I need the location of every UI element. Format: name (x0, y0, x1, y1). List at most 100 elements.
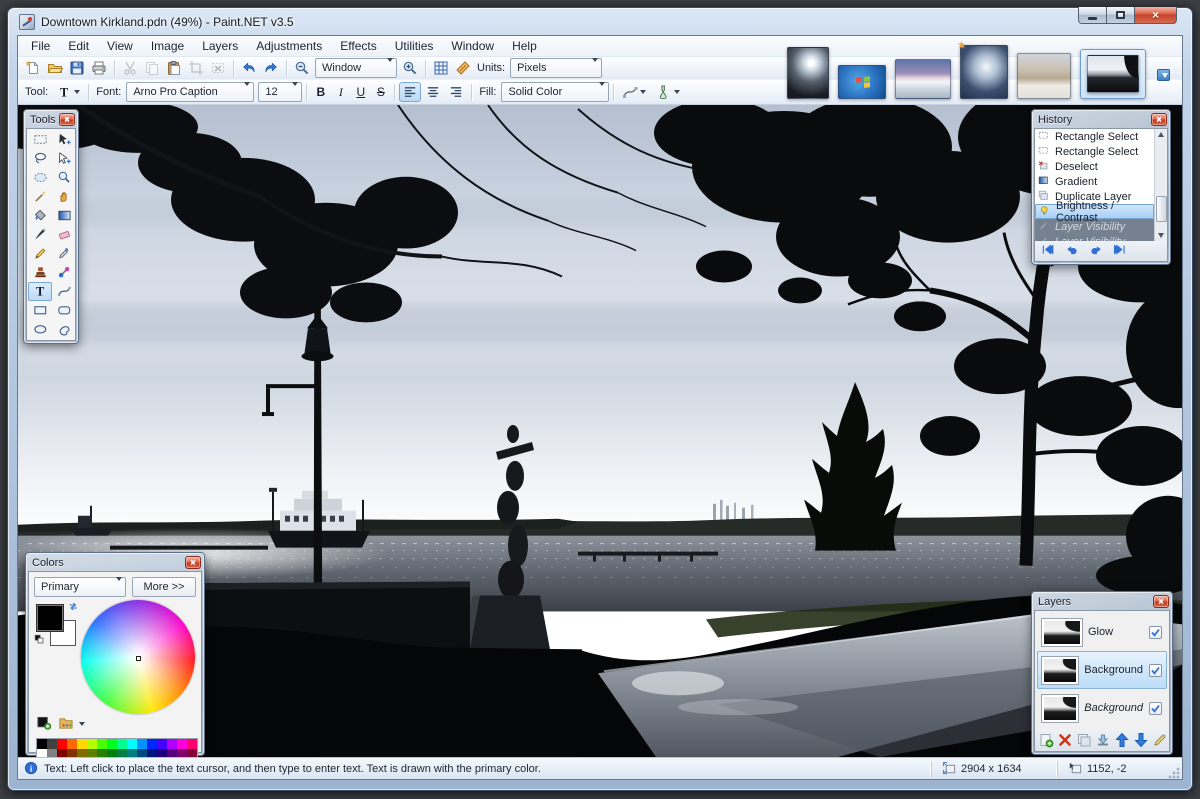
tool-pan[interactable] (52, 187, 76, 206)
move-layer-up-button[interactable] (1114, 732, 1130, 749)
swatch-007f7f[interactable] (127, 749, 137, 757)
primary-color-swatch[interactable] (36, 604, 64, 632)
selected-image-frame[interactable] (1080, 49, 1146, 99)
maximize-button[interactable] (1107, 7, 1135, 24)
canvas-area[interactable]: Tools × T History × Rectangle SelectRect… (18, 105, 1182, 757)
tool-ellipse-select[interactable] (28, 168, 52, 187)
open-image-downtown-kirkland-photo[interactable] (1087, 55, 1139, 93)
print-button[interactable] (88, 58, 110, 78)
crop-to-selection-button[interactable] (185, 58, 207, 78)
tool-rounded-rectangle[interactable] (52, 301, 76, 320)
bold-button[interactable]: B (311, 83, 330, 102)
resize-grip[interactable] (1167, 766, 1180, 779)
tool-zoom[interactable] (52, 168, 76, 187)
swatch-808080[interactable] (47, 749, 57, 757)
swatch-4cff00[interactable] (97, 739, 107, 749)
layers-palette[interactable]: Layers × GlowBackgroundBackground (1031, 591, 1173, 755)
underline-button[interactable]: U (351, 83, 370, 102)
align-center-button[interactable] (422, 82, 444, 102)
layer-row[interactable]: Background (1037, 689, 1167, 727)
open-image-statue-sunburst-photo[interactable] (787, 47, 829, 99)
swatch-ff00dc[interactable] (177, 739, 187, 749)
palette-menu-button[interactable] (57, 716, 74, 731)
move-layer-down-button[interactable] (1133, 732, 1149, 749)
menu-adjustments[interactable]: Adjustments (247, 37, 331, 55)
menu-view[interactable]: View (98, 37, 142, 55)
close-icon[interactable]: × (1153, 595, 1169, 608)
swatch-007f0e[interactable] (107, 749, 117, 757)
tool-paintbrush[interactable] (28, 225, 52, 244)
swatch-ffffff[interactable] (37, 749, 47, 757)
tool-line-curve[interactable] (52, 282, 76, 301)
tool-pencil[interactable] (28, 244, 52, 263)
swatch-57007f[interactable] (167, 749, 177, 757)
swatch-00ffff[interactable] (127, 739, 137, 749)
menu-help[interactable]: Help (503, 37, 546, 55)
open-image-winter-lake-photo[interactable] (895, 59, 951, 99)
swap-colors-icon[interactable] (67, 602, 81, 614)
swatch-7f006e[interactable] (177, 749, 187, 757)
add-color-button[interactable] (36, 716, 52, 731)
history-item[interactable]: Brightness / Contrast (1035, 204, 1154, 219)
swatch-ffd800[interactable] (77, 739, 87, 749)
copy-button[interactable] (141, 58, 163, 78)
toggle-ruler-button[interactable] (452, 58, 474, 78)
paste-button[interactable] (163, 58, 185, 78)
swatch-ff006e[interactable] (187, 739, 197, 749)
redo-button[interactable] (260, 58, 282, 78)
menu-edit[interactable]: Edit (59, 37, 98, 55)
menu-utilities[interactable]: Utilities (386, 37, 443, 55)
swatch-7f0037[interactable] (187, 749, 197, 757)
swatch-0026ff[interactable] (147, 739, 157, 749)
close-icon[interactable]: × (185, 556, 201, 569)
layer-row[interactable]: Background (1037, 651, 1167, 689)
more-button[interactable]: More >> (132, 577, 196, 597)
image-list-chevron-badge[interactable] (1157, 69, 1170, 81)
history-item[interactable]: Gradient (1035, 174, 1154, 189)
units-dropdown[interactable]: Pixels (510, 58, 602, 78)
layer-visibility-checkbox[interactable] (1149, 626, 1162, 639)
color-mode-dropdown[interactable]: Primary (34, 577, 126, 597)
zoom-mode-dropdown[interactable]: Window (315, 58, 397, 78)
chevron-down-icon[interactable] (79, 722, 85, 726)
history-item[interactable]: Rectangle Select (1035, 129, 1154, 144)
close-button[interactable]: × (1135, 7, 1177, 24)
swatch-ff6a00[interactable] (67, 739, 77, 749)
title-bar[interactable]: Downtown Kirkland.pdn (49%) - Paint.NET … (17, 8, 1183, 35)
history-palette[interactable]: History × Rectangle SelectRectangle Sele… (1031, 109, 1171, 265)
tool-move-selected-pixels[interactable] (52, 130, 76, 149)
rewind-to-start-button[interactable] (1039, 244, 1057, 259)
close-icon[interactable]: × (59, 113, 75, 126)
fill-style-dropdown[interactable]: Solid Color (501, 82, 609, 102)
add-layer-button[interactable] (1038, 732, 1054, 749)
swatch-000000[interactable] (37, 739, 47, 749)
open-image-clouds-photo[interactable]: ★ (960, 45, 1008, 99)
duplicate-layer-button[interactable] (1076, 732, 1092, 749)
swatch-00ff21[interactable] (107, 739, 117, 749)
toggle-grid-button[interactable] (430, 58, 452, 78)
swatch-00ff90[interactable] (117, 739, 127, 749)
italic-button[interactable]: I (331, 83, 350, 102)
layer-row[interactable]: Glow (1037, 613, 1167, 651)
swatch-004a7f[interactable] (137, 749, 147, 757)
tool-ellipse[interactable] (28, 320, 52, 339)
swatch-7f6a00[interactable] (77, 749, 87, 757)
color-wheel[interactable] (81, 600, 195, 714)
tool-clone-stamp[interactable] (28, 263, 52, 282)
zoom-out-button[interactable] (291, 58, 313, 78)
reset-colors-icon[interactable] (34, 634, 47, 647)
zoom-in-button[interactable] (399, 58, 421, 78)
tool-gradient[interactable] (52, 206, 76, 225)
layer-properties-button[interactable] (1152, 732, 1168, 749)
colors-palette[interactable]: Colors × Primary More >> (25, 552, 205, 756)
layer-visibility-checkbox[interactable] (1149, 702, 1162, 715)
current-tool-dropdown[interactable]: T (53, 82, 84, 102)
merge-layer-down-button[interactable] (1095, 732, 1111, 749)
font-size-dropdown[interactable]: 12 (258, 82, 302, 102)
tool-magic-wand[interactable] (28, 187, 52, 206)
minimize-button[interactable] (1078, 7, 1107, 24)
align-right-button[interactable] (445, 82, 467, 102)
line-curve-style-dropdown[interactable] (618, 82, 650, 102)
menu-file[interactable]: File (22, 37, 59, 55)
tool-rectangle[interactable] (28, 301, 52, 320)
